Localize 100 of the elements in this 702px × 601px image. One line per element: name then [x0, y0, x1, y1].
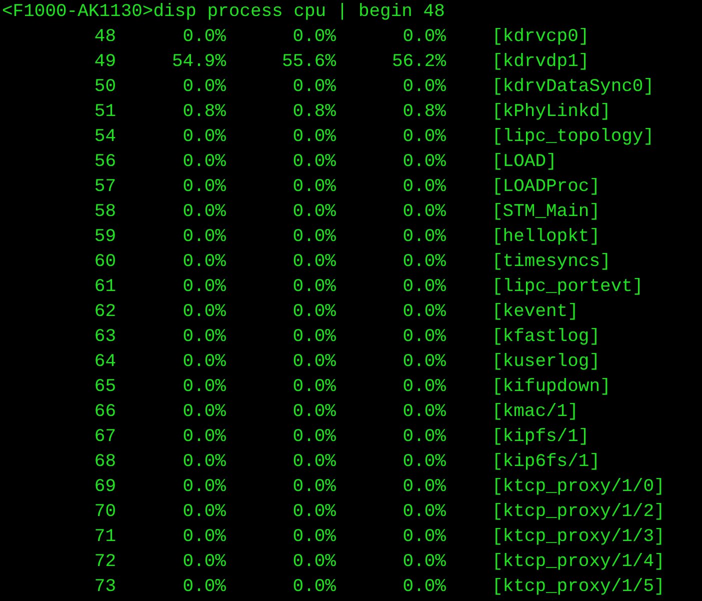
table-cell-text: 57	[93, 176, 116, 199]
table-cell-text: 68	[93, 451, 116, 474]
table-cell-text: [kdrvcp0]	[491, 26, 590, 49]
table-cell-text: 0.0%	[402, 351, 446, 374]
table-cell-text: 0.0%	[182, 576, 226, 599]
table-cell-text: 60	[93, 251, 116, 274]
table-cell-text: 0.0%	[182, 426, 226, 449]
table-cell-text: [ktcp_proxy/1/4]	[491, 551, 665, 574]
table-cell-text: 0.0%	[402, 326, 446, 349]
table-cell-text: 0.0%	[182, 501, 226, 524]
table-cell-text: [LOADProc]	[491, 176, 600, 199]
table-cell-text: 0.0%	[402, 376, 446, 399]
table-cell-text: 0.8%	[292, 101, 336, 124]
table-cell-text: 0.0%	[292, 226, 336, 249]
table-cell-text: 72	[93, 551, 116, 574]
table-cell-text: 0.0%	[292, 476, 336, 499]
table-cell-text: 0.0%	[182, 201, 226, 224]
table-cell-text: [kfastlog]	[491, 326, 600, 349]
table-cell-text: 55.6%	[280, 51, 336, 74]
table-cell-text: 0.0%	[182, 176, 226, 199]
table-cell-text: [kmac/1]	[491, 401, 578, 424]
table-cell-text: 61	[93, 276, 116, 299]
table-cell-text: [kipfs/1]	[491, 426, 590, 449]
table-cell-text: [kip6fs/1]	[491, 451, 600, 474]
table-cell-text: 65	[93, 376, 116, 399]
table-cell-text: [timesyncs]	[491, 251, 611, 274]
table-cell-text: 0.0%	[292, 501, 336, 524]
table-cell-text: 0.0%	[402, 276, 446, 299]
table-cell-text: [ktcp_proxy/1/0]	[491, 476, 665, 499]
table-cell-text: 0.0%	[182, 276, 226, 299]
table-cell-text: 69	[93, 476, 116, 499]
table-cell-text: [lipc_portevt]	[491, 276, 644, 299]
table-cell-text: 0.0%	[402, 426, 446, 449]
table-cell-text: 54	[93, 126, 116, 149]
table-cell-text: 70	[93, 501, 116, 524]
table-cell-text: 0.0%	[402, 201, 446, 224]
table-cell-text: 0.0%	[402, 576, 446, 599]
table-cell-text: [kdrvdp1]	[491, 51, 590, 74]
table-cell-text: 0.0%	[182, 251, 226, 274]
command-line: <F1000-AK1130>disp process cpu | begin 48	[1, 1, 446, 24]
table-cell-text: 62	[93, 301, 116, 324]
table-cell-text: 0.0%	[402, 76, 446, 99]
table-cell-text: 0.8%	[182, 101, 226, 124]
table-cell-text: [LOAD]	[491, 151, 557, 174]
table-cell-text: 0.0%	[292, 576, 336, 599]
table-cell-text: 0.0%	[292, 526, 336, 549]
table-cell-text: 0.0%	[292, 151, 336, 174]
table-cell-text: 0.0%	[402, 176, 446, 199]
table-cell-text: 0.0%	[292, 176, 336, 199]
table-cell-text: 0.0%	[292, 126, 336, 149]
table-cell-text: 0.0%	[292, 376, 336, 399]
table-cell-text: 0.0%	[402, 401, 446, 424]
table-cell-text: 0.0%	[402, 151, 446, 174]
table-cell-text: 54.9%	[170, 51, 226, 74]
table-cell-text: [STM_Main]	[491, 201, 600, 224]
table-cell-text: 0.0%	[292, 426, 336, 449]
table-cell-text: 0.0%	[182, 451, 226, 474]
table-cell-text: 56.2%	[390, 51, 446, 74]
table-cell-text: 0.0%	[402, 301, 446, 324]
table-cell-text: 0.0%	[402, 226, 446, 249]
table-cell-text: 59	[93, 226, 116, 249]
table-cell-text: 0.0%	[292, 351, 336, 374]
table-cell-text: 0.0%	[182, 301, 226, 324]
table-cell-text: 67	[93, 426, 116, 449]
table-cell-text: 0.0%	[402, 476, 446, 499]
table-cell-text: [kuserlog]	[491, 351, 600, 374]
table-cell-text: [lipc_topology]	[491, 126, 654, 149]
table-cell-text: 0.0%	[292, 301, 336, 324]
table-cell-text: [kifupdown]	[491, 376, 611, 399]
table-cell-text: 0.0%	[292, 451, 336, 474]
table-cell-text: 58	[93, 201, 116, 224]
table-cell-text: 0.0%	[292, 551, 336, 574]
table-cell-text: [kevent]	[491, 301, 578, 324]
table-cell-text: 0.0%	[182, 326, 226, 349]
table-cell-text: 73	[93, 576, 116, 599]
table-cell-text: 64	[93, 351, 116, 374]
table-cell-text: 0.8%	[402, 101, 446, 124]
table-cell-text: 0.0%	[402, 501, 446, 524]
table-cell-text: 0.0%	[182, 26, 226, 49]
table-cell-text: 0.0%	[182, 526, 226, 549]
table-cell-text: 49	[93, 51, 116, 74]
table-cell-text: 0.0%	[182, 476, 226, 499]
table-cell-text: 0.0%	[292, 251, 336, 274]
table-cell-text: 0.0%	[402, 126, 446, 149]
table-cell-text: 0.0%	[402, 451, 446, 474]
table-cell-text: 51	[93, 101, 116, 124]
table-cell-text: 63	[93, 326, 116, 349]
table-cell-text: 0.0%	[182, 376, 226, 399]
table-cell-text: 0.0%	[292, 326, 336, 349]
table-cell-text: 0.0%	[292, 276, 336, 299]
table-cell-text: 0.0%	[182, 401, 226, 424]
table-cell-text: 0.0%	[402, 26, 446, 49]
table-cell-text: 0.0%	[292, 401, 336, 424]
table-cell-text: 0.0%	[182, 551, 226, 574]
table-cell-text: 0.0%	[182, 126, 226, 149]
table-cell-text: [hellopkt]	[491, 226, 600, 249]
table-cell-text: [ktcp_proxy/1/2]	[491, 501, 665, 524]
table-cell-text: 0.0%	[182, 351, 226, 374]
table-cell-text: 48	[93, 26, 116, 49]
table-cell-text: 66	[93, 401, 116, 424]
